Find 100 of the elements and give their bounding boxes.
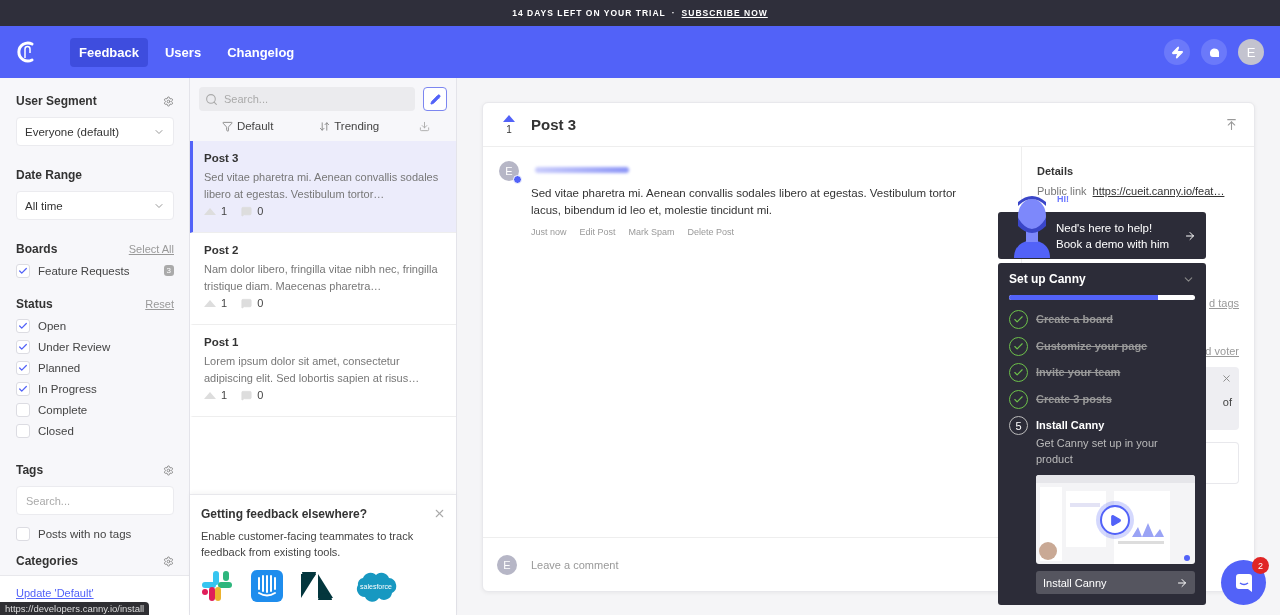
step-label: Create a board [1036, 312, 1114, 327]
section-title: Boards [16, 242, 58, 256]
slack-logo[interactable] [201, 570, 233, 602]
url-tooltip: https://developers.canny.io/install [0, 602, 150, 615]
comment-icon [241, 205, 253, 217]
play-icon [1108, 513, 1122, 527]
comment-icon [241, 389, 253, 401]
segment-select[interactable]: Everyone (default) [16, 117, 174, 146]
filter-icon [221, 120, 233, 132]
section-title: Categories [16, 554, 79, 568]
check-icon [18, 265, 28, 276]
vote-count: 1 [221, 205, 228, 217]
voter-link[interactable]: d voter [1205, 345, 1239, 357]
checkbox[interactable] [16, 263, 30, 278]
setup-title: Set up Canny [1009, 272, 1086, 286]
commenter-avatar: E [497, 554, 517, 575]
comment-count: 0 [257, 297, 264, 309]
settings-icon[interactable] [163, 95, 174, 107]
post-heading: Post 3 [531, 116, 577, 133]
step-label: Customize your page [1036, 338, 1148, 354]
checkbox-label: Complete [38, 403, 88, 416]
post-excerpt: Nam dolor libero, fringilla vitae nibh nec, fringilla tristique diam. Maecenas pharetra… [204, 262, 439, 294]
post-action-link[interactable]: Edit Post [579, 227, 616, 237]
checkbox-label: In Progress [38, 382, 97, 395]
pencil-icon [429, 93, 441, 105]
sort-button[interactable]: Trending [313, 119, 386, 133]
lightning-button[interactable] [1164, 39, 1190, 65]
tag-search-field[interactable]: Search... [16, 486, 174, 515]
upvote-button[interactable] [503, 114, 515, 122]
date-range-select[interactable]: All time [16, 191, 174, 220]
post-item[interactable]: Post 3 Sed vitae pharetra mi. Aenean convallis sodales libero at egestas. Vestibulum tortor… 1 0 [190, 141, 456, 233]
step-label: Invite your team [1036, 365, 1121, 380]
search-field[interactable]: Search... [199, 87, 415, 111]
nav-tab[interactable]: Users [156, 37, 211, 67]
step-label: Install Canny [1036, 418, 1106, 433]
public-link[interactable]: https://cueit.canny.io/feat… [1092, 185, 1225, 197]
close-icon[interactable] [1221, 373, 1232, 384]
tick-icon [1013, 367, 1024, 378]
comment-count: 0 [257, 389, 264, 401]
arrow-icon [1184, 229, 1196, 242]
checkbox-label: Feature Requests [38, 264, 130, 277]
tick-icon [1013, 314, 1024, 325]
tick-icon [1013, 340, 1024, 352]
check-icon [18, 341, 28, 352]
check-icon [18, 362, 28, 373]
nav-tab[interactable]: Changelog [218, 37, 304, 67]
merge-icon[interactable] [1225, 118, 1238, 131]
subscribe-link[interactable]: SUBSCRIBE NOW [681, 8, 768, 18]
settings-icon[interactable] [163, 555, 174, 567]
canny-logo[interactable] [16, 39, 36, 65]
promo-text: Enable customer-facing teammates to track feedback from existing tools. [201, 529, 415, 560]
demo-text: Ned's here to help! [1056, 220, 1154, 236]
tags-link[interactable]: d tags [1209, 297, 1239, 309]
edit-button[interactable] [423, 87, 447, 111]
zendesk-logo[interactable] [301, 572, 335, 600]
tick-icon [1013, 393, 1024, 405]
checkbox-label: Open [38, 319, 67, 332]
help-button[interactable] [1201, 39, 1227, 65]
upvote-icon [204, 299, 216, 307]
post-excerpt: Lorem ipsum dolor sit amet, consectetur adipiscing elit. Sed lobortis sapien at risus… [204, 354, 421, 386]
step-label: Create 3 posts [1036, 391, 1112, 407]
settings-icon[interactable] [163, 464, 174, 476]
checkbox[interactable] [16, 402, 30, 417]
post-title: Post 3 [204, 152, 240, 164]
checkbox[interactable] [16, 423, 30, 438]
trial-notice: 14 DAYS LEFT ON YOUR TRIAL [512, 8, 666, 18]
chat-icon [1233, 572, 1254, 593]
lightning-icon [1170, 45, 1184, 59]
upvote-icon [204, 207, 216, 215]
details-title: Details [1037, 165, 1074, 177]
separator: · [671, 8, 676, 18]
sort-icon [319, 120, 331, 132]
check-icon [18, 383, 28, 394]
reset-link[interactable]: Reset [145, 298, 174, 310]
promo-title: Getting feedback elsewhere? [201, 507, 368, 521]
checkbox[interactable] [16, 318, 30, 333]
post-action-link[interactable]: Mark Spam [628, 227, 675, 237]
checkbox-label: Planned [38, 361, 81, 374]
update-link[interactable]: Update 'Default' [16, 587, 94, 599]
section-title: User Segment [16, 94, 97, 108]
select-all-link[interactable]: Select All [128, 243, 174, 255]
post-title: Post 1 [204, 336, 240, 348]
checkbox-label: Posts with no tags [38, 527, 132, 540]
checkbox[interactable] [16, 381, 30, 396]
section-title: Date Range [16, 168, 83, 182]
post-title: Post 2 [204, 244, 240, 256]
close-icon[interactable] [433, 507, 446, 520]
checkbox[interactable] [16, 339, 30, 354]
checkbox[interactable] [16, 526, 30, 541]
install-button[interactable]: Install Canny [1036, 571, 1195, 594]
nav-tab[interactable]: Feedback [70, 37, 148, 67]
step-description: Get Canny set up in your product [1036, 436, 1159, 467]
filter-button[interactable]: Default [215, 119, 280, 133]
vote-count: 1 [506, 123, 512, 135]
post-action-link[interactable]: Delete Post [687, 227, 735, 237]
intercom-logo[interactable] [251, 570, 283, 602]
comment-icon [241, 297, 253, 309]
section-title: Status [16, 297, 53, 311]
post-time-link[interactable]: Just now [531, 227, 567, 237]
checkbox[interactable] [16, 360, 30, 375]
